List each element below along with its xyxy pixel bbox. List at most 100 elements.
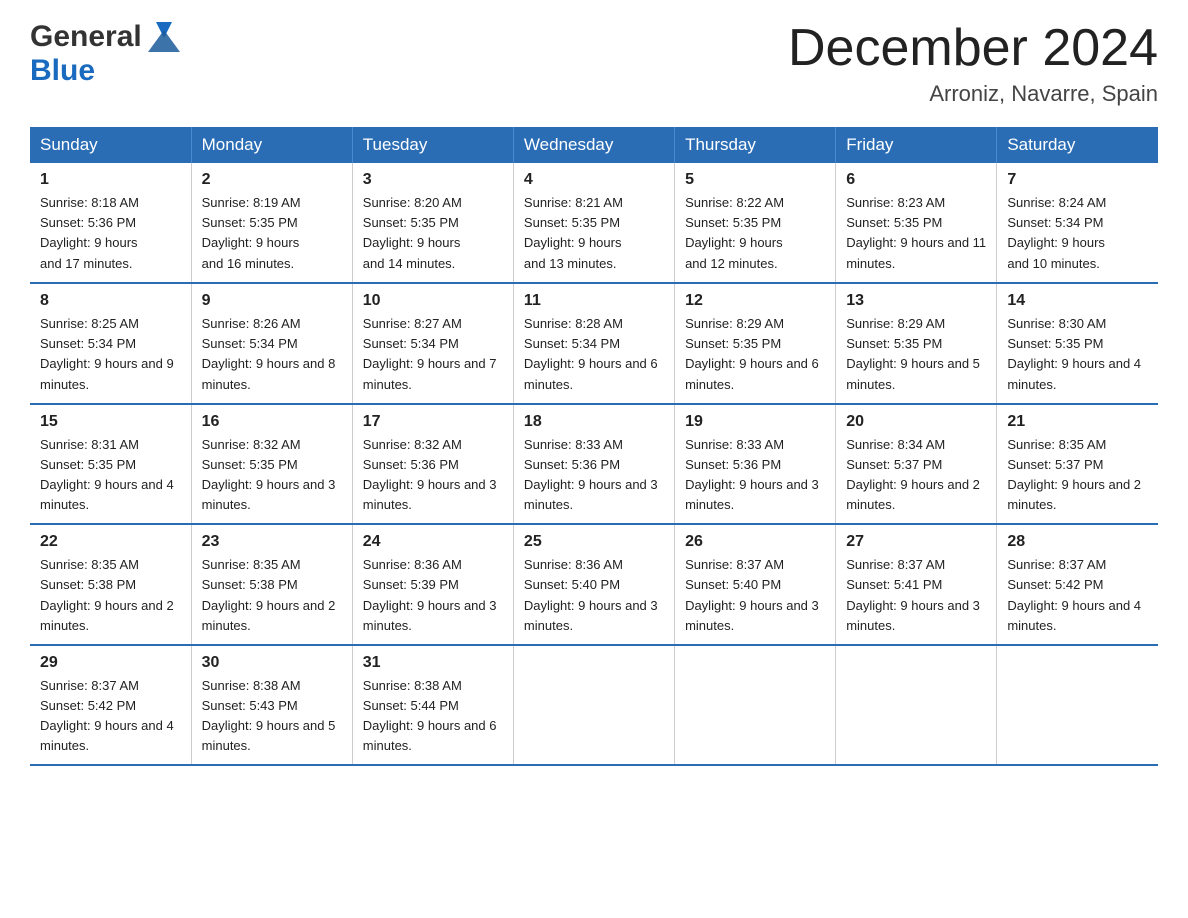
day-info: Sunrise: 8:37 AMSunset: 5:40 PMDaylight:… <box>685 555 825 636</box>
day-number: 9 <box>202 292 342 310</box>
calendar-cell <box>675 645 836 766</box>
calendar-cell: 26 Sunrise: 8:37 AMSunset: 5:40 PMDayligh… <box>675 524 836 645</box>
day-number: 24 <box>363 533 503 551</box>
day-info: Sunrise: 8:22 AMSunset: 5:35 PMDaylight:… <box>685 193 825 274</box>
day-info: Sunrise: 8:20 AMSunset: 5:35 PMDaylight:… <box>363 193 503 274</box>
calendar-cell: 21 Sunrise: 8:35 AMSunset: 5:37 PMDayligh… <box>997 404 1158 525</box>
calendar-cell: 10 Sunrise: 8:27 AMSunset: 5:34 PMDayligh… <box>352 283 513 404</box>
calendar-cell: 11 Sunrise: 8:28 AMSunset: 5:34 PMDayligh… <box>513 283 674 404</box>
day-number: 5 <box>685 171 825 189</box>
day-info: Sunrise: 8:36 AMSunset: 5:40 PMDaylight:… <box>524 555 664 636</box>
calendar-cell: 6 Sunrise: 8:23 AMSunset: 5:35 PMDaylight… <box>836 163 997 283</box>
calendar-cell: 14Sunrise: 8:30 AMSunset: 5:35 PMDayligh… <box>997 283 1158 404</box>
day-info: Sunrise: 8:37 AMSunset: 5:42 PMDaylight:… <box>1007 555 1148 636</box>
day-info: Sunrise: 8:36 AMSunset: 5:39 PMDaylight:… <box>363 555 503 636</box>
calendar-week-4: 22 Sunrise: 8:35 AMSunset: 5:38 PMDayligh… <box>30 524 1158 645</box>
location-text: Arroniz, Navarre, Spain <box>788 81 1158 107</box>
calendar-week-5: 29Sunrise: 8:37 AMSunset: 5:42 PMDayligh… <box>30 645 1158 766</box>
day-info: Sunrise: 8:29 AMSunset: 5:35 PMDaylight:… <box>685 314 825 395</box>
day-number: 28 <box>1007 533 1148 551</box>
day-number: 4 <box>524 171 664 189</box>
calendar-cell: 5 Sunrise: 8:22 AMSunset: 5:35 PMDaylight… <box>675 163 836 283</box>
day-info: Sunrise: 8:35 AMSunset: 5:38 PMDaylight:… <box>202 555 342 636</box>
day-info: Sunrise: 8:37 AMSunset: 5:42 PMDaylight:… <box>40 676 181 757</box>
day-number: 13 <box>846 292 986 310</box>
calendar-cell: 28 Sunrise: 8:37 AMSunset: 5:42 PMDayligh… <box>997 524 1158 645</box>
calendar-cell: 4 Sunrise: 8:21 AMSunset: 5:35 PMDaylight… <box>513 163 674 283</box>
title-block: December 2024 Arroniz, Navarre, Spain <box>788 20 1158 107</box>
day-number: 3 <box>363 171 503 189</box>
day-info: Sunrise: 8:38 AMSunset: 5:43 PMDaylight:… <box>202 676 342 757</box>
calendar-cell <box>997 645 1158 766</box>
day-info: Sunrise: 8:28 AMSunset: 5:34 PMDaylight:… <box>524 314 664 395</box>
day-info: Sunrise: 8:25 AMSunset: 5:34 PMDaylight:… <box>40 314 181 395</box>
day-number: 30 <box>202 654 342 672</box>
calendar-cell: 13Sunrise: 8:29 AMSunset: 5:35 PMDayligh… <box>836 283 997 404</box>
day-number: 7 <box>1007 171 1148 189</box>
calendar-cell: 20 Sunrise: 8:34 AMSunset: 5:37 PMDayligh… <box>836 404 997 525</box>
day-number: 15 <box>40 413 181 431</box>
calendar-week-3: 15Sunrise: 8:31 AMSunset: 5:35 PMDayligh… <box>30 404 1158 525</box>
calendar-cell: 18 Sunrise: 8:33 AMSunset: 5:36 PMDayligh… <box>513 404 674 525</box>
calendar-cell: 29Sunrise: 8:37 AMSunset: 5:42 PMDayligh… <box>30 645 191 766</box>
day-number: 8 <box>40 292 181 310</box>
calendar-cell: 31Sunrise: 8:38 AMSunset: 5:44 PMDayligh… <box>352 645 513 766</box>
calendar-week-2: 8 Sunrise: 8:25 AMSunset: 5:34 PMDaylight… <box>30 283 1158 404</box>
logo-icon <box>144 20 184 54</box>
day-info: Sunrise: 8:33 AMSunset: 5:36 PMDaylight:… <box>685 435 825 516</box>
logo: General Blue <box>30 20 184 88</box>
day-number: 26 <box>685 533 825 551</box>
day-number: 20 <box>846 413 986 431</box>
day-info: Sunrise: 8:19 AMSunset: 5:35 PMDaylight:… <box>202 193 342 274</box>
day-number: 25 <box>524 533 664 551</box>
day-number: 10 <box>363 292 503 310</box>
day-number: 11 <box>524 292 664 310</box>
calendar-cell: 23 Sunrise: 8:35 AMSunset: 5:38 PMDayligh… <box>191 524 352 645</box>
day-info: Sunrise: 8:34 AMSunset: 5:37 PMDaylight:… <box>846 435 986 516</box>
col-sunday: Sunday <box>30 127 191 163</box>
header-row: Sunday Monday Tuesday Wednesday Thursday… <box>30 127 1158 163</box>
day-number: 1 <box>40 171 181 189</box>
day-number: 27 <box>846 533 986 551</box>
calendar-cell: 16 Sunrise: 8:32 AMSunset: 5:35 PMDayligh… <box>191 404 352 525</box>
day-info: Sunrise: 8:24 AMSunset: 5:34 PMDaylight:… <box>1007 193 1148 274</box>
day-info: Sunrise: 8:23 AMSunset: 5:35 PMDaylight:… <box>846 193 986 274</box>
col-friday: Friday <box>836 127 997 163</box>
col-thursday: Thursday <box>675 127 836 163</box>
day-number: 22 <box>40 533 181 551</box>
day-number: 6 <box>846 171 986 189</box>
day-number: 31 <box>363 654 503 672</box>
calendar-cell: 30 Sunrise: 8:38 AMSunset: 5:43 PMDayligh… <box>191 645 352 766</box>
day-number: 19 <box>685 413 825 431</box>
day-info: Sunrise: 8:21 AMSunset: 5:35 PMDaylight:… <box>524 193 664 274</box>
calendar-cell: 3 Sunrise: 8:20 AMSunset: 5:35 PMDaylight… <box>352 163 513 283</box>
calendar-cell: 7 Sunrise: 8:24 AMSunset: 5:34 PMDaylight… <box>997 163 1158 283</box>
day-info: Sunrise: 8:35 AMSunset: 5:38 PMDaylight:… <box>40 555 181 636</box>
day-number: 21 <box>1007 413 1148 431</box>
calendar-cell: 15Sunrise: 8:31 AMSunset: 5:35 PMDayligh… <box>30 404 191 525</box>
calendar-cell: 27Sunrise: 8:37 AMSunset: 5:41 PMDayligh… <box>836 524 997 645</box>
calendar-cell: 17Sunrise: 8:32 AMSunset: 5:36 PMDayligh… <box>352 404 513 525</box>
col-wednesday: Wednesday <box>513 127 674 163</box>
calendar-cell: 19 Sunrise: 8:33 AMSunset: 5:36 PMDayligh… <box>675 404 836 525</box>
calendar-cell: 22 Sunrise: 8:35 AMSunset: 5:38 PMDayligh… <box>30 524 191 645</box>
day-number: 18 <box>524 413 664 431</box>
col-saturday: Saturday <box>997 127 1158 163</box>
day-number: 14 <box>1007 292 1148 310</box>
day-number: 17 <box>363 413 503 431</box>
day-info: Sunrise: 8:27 AMSunset: 5:34 PMDaylight:… <box>363 314 503 395</box>
col-tuesday: Tuesday <box>352 127 513 163</box>
logo-general-text: General <box>30 20 142 54</box>
day-number: 16 <box>202 413 342 431</box>
calendar-cell: 1Sunrise: 8:18 AMSunset: 5:36 PMDaylight… <box>30 163 191 283</box>
day-info: Sunrise: 8:35 AMSunset: 5:37 PMDaylight:… <box>1007 435 1148 516</box>
calendar-cell: 25 Sunrise: 8:36 AMSunset: 5:40 PMDayligh… <box>513 524 674 645</box>
logo-blue-text: Blue <box>30 54 95 88</box>
day-number: 23 <box>202 533 342 551</box>
col-monday: Monday <box>191 127 352 163</box>
day-number: 2 <box>202 171 342 189</box>
page-header: General Blue December 2024 Arroniz, Nava… <box>30 20 1158 107</box>
day-info: Sunrise: 8:33 AMSunset: 5:36 PMDaylight:… <box>524 435 664 516</box>
day-info: Sunrise: 8:32 AMSunset: 5:35 PMDaylight:… <box>202 435 342 516</box>
calendar-cell: 24 Sunrise: 8:36 AMSunset: 5:39 PMDayligh… <box>352 524 513 645</box>
